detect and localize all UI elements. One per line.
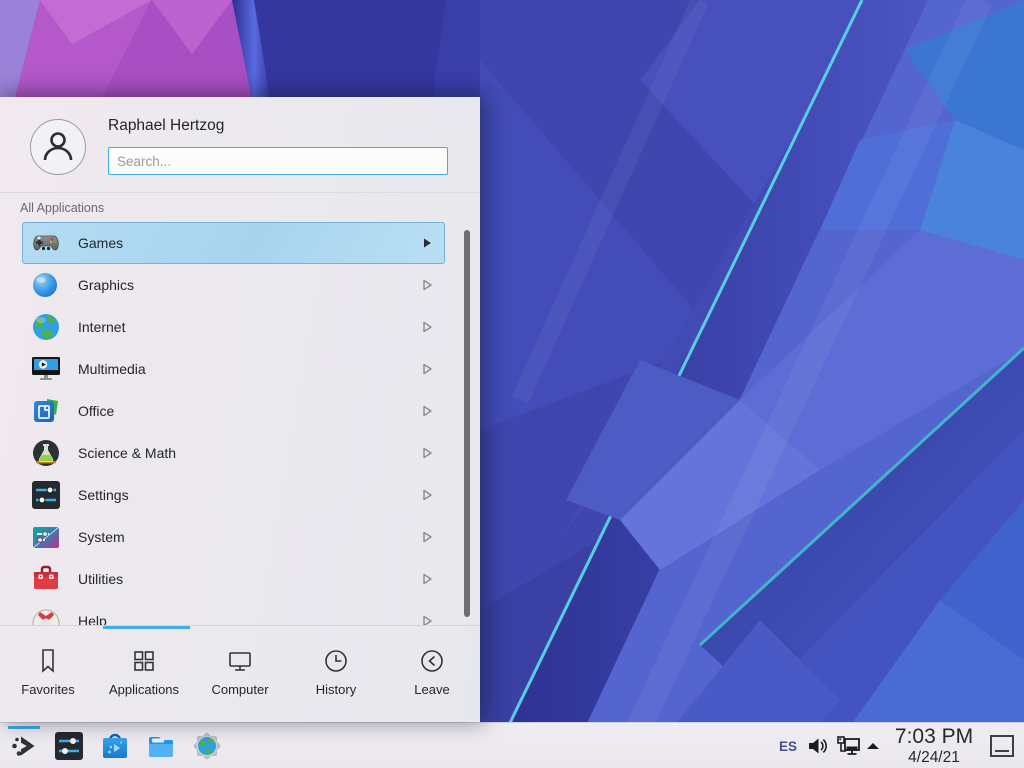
tab-label: History (316, 682, 356, 697)
settings-icon (30, 479, 62, 511)
expand-tray-caret-icon[interactable] (865, 723, 881, 768)
keyboard-layout-indicator[interactable]: ES (779, 723, 797, 768)
category-label: Settings (78, 474, 129, 516)
category-label: Multimedia (78, 348, 146, 390)
utilities-icon (30, 563, 62, 595)
tab-computer[interactable]: Computer (192, 629, 288, 722)
help-icon (30, 605, 62, 625)
header-separator (0, 192, 480, 193)
tab-history[interactable]: History (288, 629, 384, 722)
category-row-internet[interactable]: Internet (0, 306, 480, 348)
system-icon (30, 521, 62, 553)
discover-icon[interactable] (99, 730, 131, 762)
games-icon (30, 227, 62, 259)
category-label: Utilities (78, 558, 123, 600)
clock-date: 4/24/21 (888, 749, 980, 766)
volume-icon[interactable] (807, 723, 828, 768)
submenu-arrow-icon (422, 306, 432, 348)
show-desktop-button[interactable] (989, 723, 1015, 768)
tab-label: Applications (109, 682, 179, 697)
application-launcher-menu: Raphael Hertzog All Applications Games G… (0, 97, 480, 722)
category-label: Help (78, 600, 107, 625)
tabbar-separator (0, 625, 480, 626)
folder-icon[interactable] (145, 730, 177, 762)
submenu-arrow-icon (422, 222, 432, 264)
list-scrollbar[interactable] (464, 230, 470, 617)
clock-icon (322, 644, 350, 678)
globe-gear-icon[interactable] (191, 730, 223, 762)
submenu-arrow-icon (422, 432, 432, 474)
system-settings-icon[interactable] (53, 730, 85, 762)
active-task-indicator (8, 726, 40, 729)
submenu-arrow-icon (422, 516, 432, 558)
section-label: All Applications (20, 201, 104, 215)
tab-label: Leave (414, 682, 449, 697)
category-row-utilities[interactable]: Utilities (0, 558, 480, 600)
category-label: Graphics (78, 264, 134, 306)
category-row-help[interactable]: Help (0, 600, 480, 625)
user-name: Raphael Hertzog (108, 117, 224, 135)
internet-icon (30, 311, 62, 343)
office-icon (30, 395, 62, 427)
science-icon (30, 437, 62, 469)
tab-applications[interactable]: Applications (96, 629, 192, 722)
category-label: Games (78, 222, 123, 264)
tab-label: Computer (211, 682, 268, 697)
digital-clock[interactable]: 7:03 PM 4/24/21 (888, 725, 980, 768)
category-label: Internet (78, 306, 125, 348)
category-row-multimedia[interactable]: Multimedia (0, 348, 480, 390)
leave-icon (418, 644, 446, 678)
category-row-system[interactable]: System (0, 516, 480, 558)
category-label: Science & Math (78, 432, 176, 474)
taskbar: ES 7:03 PM 4/24/2 (0, 722, 1024, 768)
category-row-graphics[interactable]: Graphics (0, 264, 480, 306)
desktop: Raphael Hertzog All Applications Games G… (0, 0, 1024, 768)
graphics-icon (30, 269, 62, 301)
category-row-science-math[interactable]: Science & Math (0, 432, 480, 474)
tab-leave[interactable]: Leave (384, 629, 480, 722)
tab-favorites[interactable]: Favorites (0, 629, 96, 722)
grid-icon (130, 644, 158, 678)
search-input[interactable] (108, 147, 448, 175)
multimedia-icon (30, 353, 62, 385)
kickoff-icon[interactable] (8, 730, 40, 762)
user-avatar[interactable] (30, 119, 86, 175)
tab-bar: Favorites Applications Computer History … (0, 629, 480, 722)
category-row-settings[interactable]: Settings (0, 474, 480, 516)
submenu-arrow-icon (422, 474, 432, 516)
submenu-arrow-icon (422, 600, 432, 625)
user-icon (38, 127, 78, 167)
category-row-office[interactable]: Office (0, 390, 480, 432)
monitor-icon (226, 644, 254, 678)
submenu-arrow-icon (422, 390, 432, 432)
network-icon[interactable] (836, 723, 861, 768)
bookmark-icon (34, 644, 62, 678)
clock-time: 7:03 PM (888, 725, 980, 749)
category-label: Office (78, 390, 114, 432)
tab-label: Favorites (21, 682, 74, 697)
submenu-arrow-icon (422, 264, 432, 306)
category-label: System (78, 516, 125, 558)
submenu-arrow-icon (422, 558, 432, 600)
category-row-games[interactable]: Games (0, 222, 480, 264)
category-list: Games Graphics Internet Multimedia Offic… (0, 222, 480, 625)
submenu-arrow-icon (422, 348, 432, 390)
